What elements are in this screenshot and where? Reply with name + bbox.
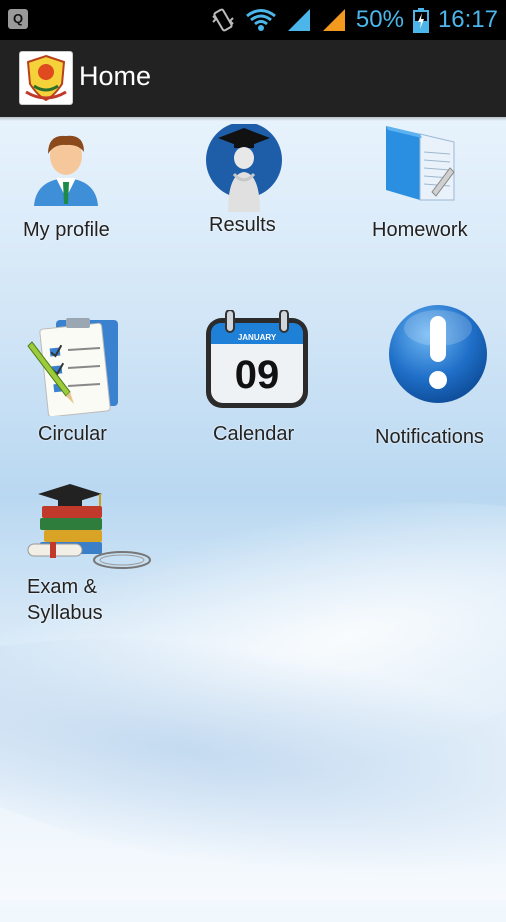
calendar-day-text: 09 — [235, 353, 280, 397]
menu-item-label: Results — [209, 214, 276, 236]
menu-item-results[interactable]: Results — [196, 120, 306, 245]
menu-item-my-profile[interactable]: My profile — [14, 124, 144, 249]
exam-syllabus-icon — [27, 484, 151, 569]
menu-item-label: Notifications — [375, 426, 484, 448]
circular-icon — [27, 318, 118, 416]
menu-item-label: My profile — [23, 219, 110, 241]
menu-item-exam-syllabus[interactable]: Exam & Syllabus — [22, 484, 162, 634]
signal-orange-icon — [322, 9, 345, 31]
menu-item-label: Homework — [372, 219, 468, 241]
signal-icon — [287, 9, 310, 31]
battery-icon — [412, 8, 429, 33]
status-notification-badge: Q — [8, 9, 28, 29]
calendar-month-text: JANUARY — [238, 333, 277, 342]
wifi-icon — [245, 9, 276, 31]
school-crest-icon[interactable] — [20, 52, 72, 104]
menu-item-label: Circular — [38, 423, 107, 445]
page-title: Home — [79, 61, 152, 91]
vibrate-icon — [212, 8, 234, 32]
menu-item-notifications[interactable]: Notifications — [372, 300, 506, 450]
menu-item-calendar[interactable]: JANUARY 09 Calendar — [200, 308, 320, 448]
menu-item-label-line2: Syllabus — [27, 602, 103, 624]
results-icon — [206, 124, 282, 212]
action-bar: Home — [0, 40, 506, 117]
notifications-icon — [389, 305, 487, 403]
clock: 16:17 — [437, 6, 498, 33]
homework-icon — [386, 126, 455, 201]
menu-item-label-line1: Exam & — [27, 576, 98, 598]
menu-item-circular[interactable]: Circular — [20, 308, 140, 448]
menu-item-label: Calendar — [213, 423, 295, 445]
calendar-icon: JANUARY 09 — [206, 310, 308, 408]
status-bar: Q 50% 16:17 — [0, 0, 506, 40]
battery-percent: 50% — [355, 6, 404, 33]
menu-item-homework[interactable]: Homework — [366, 120, 496, 245]
profile-icon — [34, 135, 98, 206]
